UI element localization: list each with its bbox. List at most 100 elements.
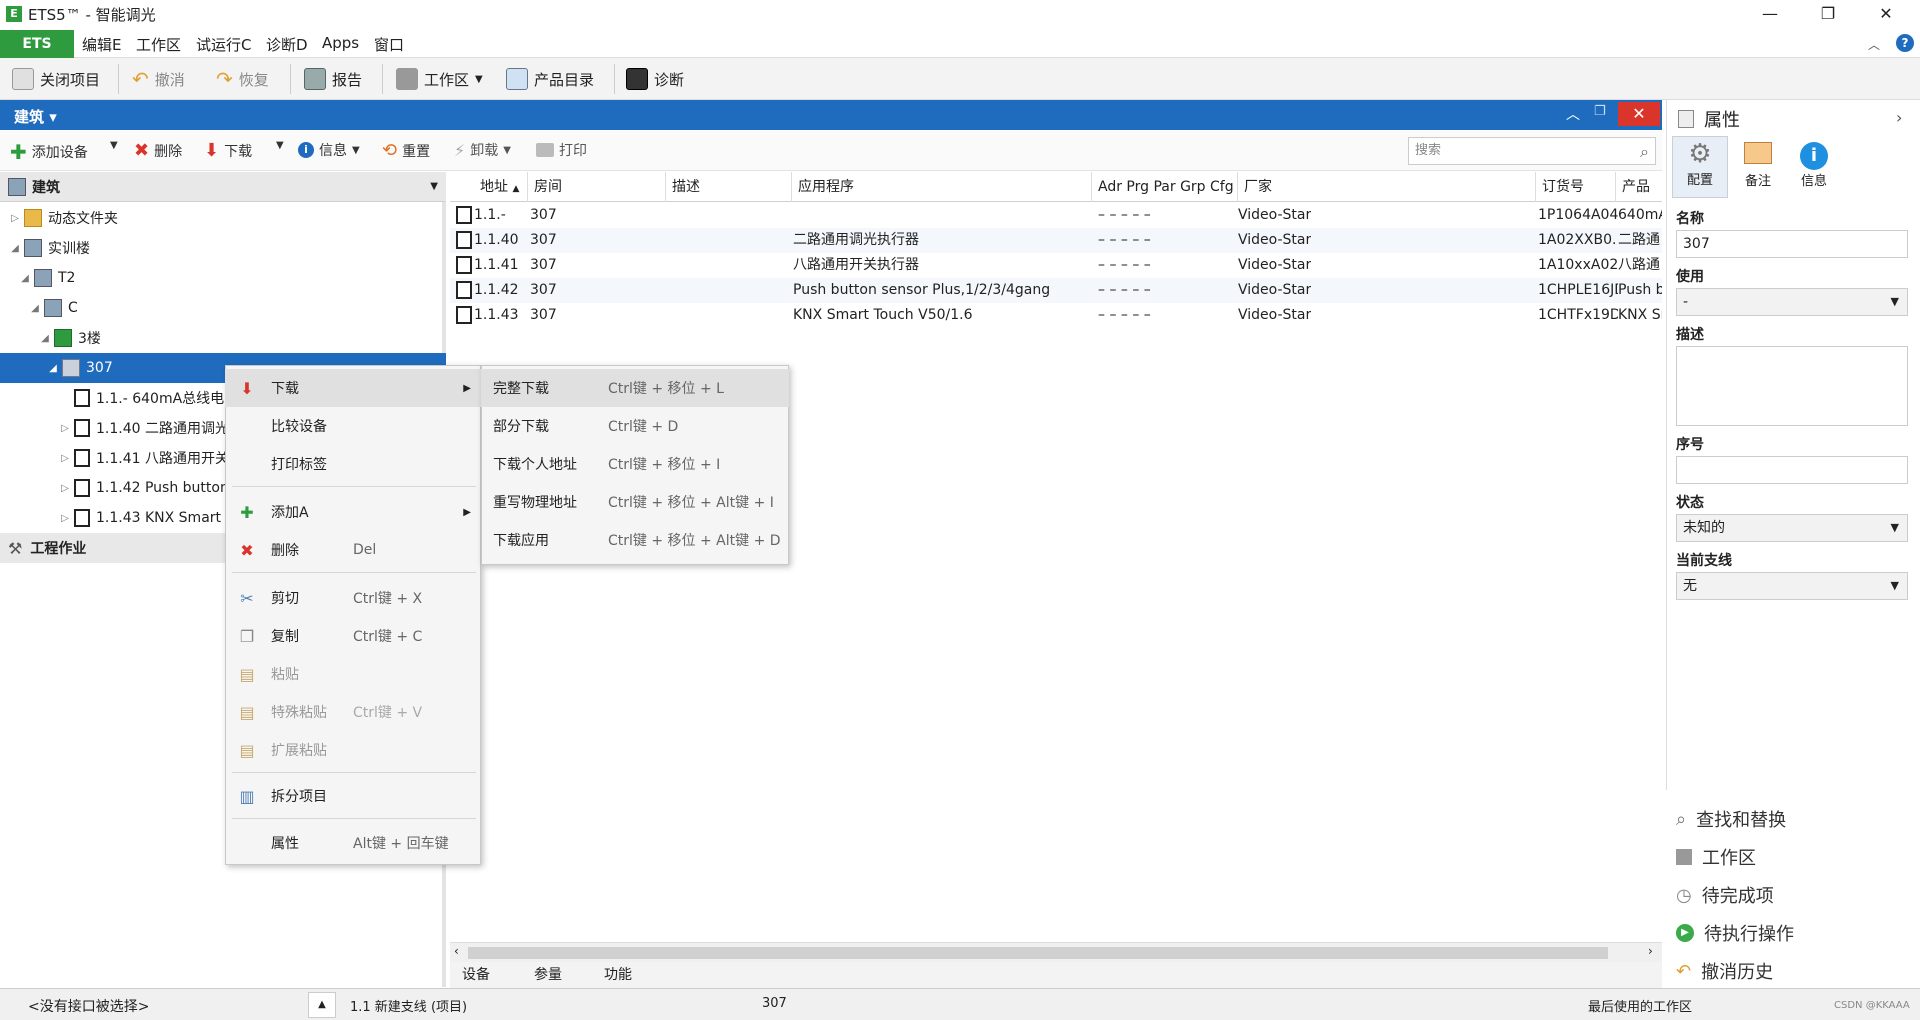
search-input[interactable]: 搜索 ⌕	[1408, 137, 1656, 165]
table-row[interactable]: 1.1.43 307 KNX Smart Touch V50/1.6 – – –…	[450, 303, 1662, 328]
panel-collapse-icon[interactable]: ︿	[1566, 104, 1580, 124]
undo-button[interactable]: ↶ 撤消	[132, 64, 185, 94]
add-device-dropdown[interactable]: ▼	[110, 140, 118, 151]
expand-arrow-icon[interactable]: ▷	[58, 453, 72, 464]
panel-title[interactable]: 建筑 ▾	[14, 106, 57, 127]
description-field[interactable]	[1676, 346, 1908, 426]
menu-item-download[interactable]: ⬇ 下载 ▶	[225, 369, 481, 407]
column-order-number[interactable]: 订货号	[1536, 172, 1616, 202]
collapse-arrow-icon[interactable]: ◢	[28, 303, 42, 314]
column-flags[interactable]: Adr Prg Par Grp Cfg	[1092, 172, 1238, 202]
menu-item-properties[interactable]: 属性 Alt键 + 回车键	[225, 824, 481, 862]
workspace-link[interactable]: 工作区	[1676, 844, 1756, 870]
tree-item-dynamic-folders[interactable]: ▷ 动态文件夹	[0, 203, 446, 233]
expand-arrow-icon[interactable]: ▷	[8, 213, 22, 224]
interface-dropdown-icon[interactable]: ▲	[308, 992, 336, 1018]
workspace-button[interactable]: 工作区 ▼	[396, 64, 483, 94]
collapse-arrow-icon[interactable]: ◢	[18, 273, 32, 284]
column-application[interactable]: 应用程序	[792, 172, 1092, 202]
menu-edit[interactable]: 编辑E	[82, 34, 121, 55]
reset-button[interactable]: ⟲ 重置	[382, 140, 430, 161]
catalog-button[interactable]: 产品目录	[506, 64, 594, 94]
table-row[interactable]: 1.1.42 307 Push button sensor Plus,1/2/3…	[450, 278, 1662, 303]
close-project-button[interactable]: 关闭项目	[12, 64, 100, 94]
expand-panel-icon[interactable]: ›	[1896, 108, 1902, 127]
scroll-right-icon[interactable]: ›	[1648, 944, 1653, 958]
download-button[interactable]: ⬇ 下载	[204, 140, 252, 161]
expand-arrow-icon[interactable]: ▷	[58, 513, 72, 524]
name-field[interactable]: 307	[1676, 230, 1908, 258]
submenu-download-application[interactable]: 下载应用 Ctrl键 + 移位 + Alt键 + D	[481, 521, 789, 559]
download-dropdown[interactable]: ▼	[276, 140, 284, 151]
menu-item-cut[interactable]: ✂ 剪切 Ctrl键 + X	[225, 579, 481, 617]
table-row[interactable]: 1.1.41 307 八路通用开关执行器 – – – – – Video-Sta…	[450, 253, 1662, 278]
submenu-download-individual-address[interactable]: 下载个人地址 Ctrl键 + 移位 + I	[481, 445, 789, 483]
menu-item-split-project[interactable]: ▥ 拆分项目	[225, 777, 481, 815]
tree-header[interactable]: 建筑 ▼	[0, 172, 446, 202]
column-address[interactable]: 地址 ▲	[474, 172, 528, 202]
collapse-arrow-icon[interactable]: ◢	[38, 333, 52, 344]
redo-button[interactable]: ↷ 恢复	[216, 64, 269, 94]
tab-config[interactable]: ⚙ 配置	[1672, 136, 1728, 198]
pending-operations-link[interactable]: ▶ 待执行操作	[1676, 920, 1794, 946]
column-manufacturer[interactable]: 厂家	[1238, 172, 1536, 202]
menu-window[interactable]: 窗口	[374, 34, 404, 55]
collapse-ribbon-icon[interactable]: ︿	[1868, 36, 1880, 53]
minimize-button[interactable]: —	[1742, 0, 1798, 28]
find-replace-link[interactable]: ⌕ 查找和替换	[1676, 806, 1786, 832]
report-button[interactable]: 报告	[304, 64, 362, 94]
panel-restore-icon[interactable]: ❐	[1594, 104, 1606, 119]
menu-diagnostics[interactable]: 诊断D	[266, 34, 308, 55]
tab-notes[interactable]: 备注	[1730, 136, 1786, 198]
table-row[interactable]: 1.1.40 307 二路通用调光执行器 – – – – – Video-Sta…	[450, 228, 1662, 253]
tree-item-c[interactable]: ◢ C	[0, 293, 446, 323]
todo-link[interactable]: ◷ 待完成项	[1676, 882, 1774, 908]
scroll-left-icon[interactable]: ‹	[454, 944, 459, 958]
menu-item-paste-extended[interactable]: ▤ 扩展粘贴	[225, 731, 481, 769]
sequence-field[interactable]	[1676, 456, 1908, 484]
menu-item-paste[interactable]: ▤ 粘贴	[225, 655, 481, 693]
submenu-overwrite-physical-address[interactable]: 重写物理地址 Ctrl键 + 移位 + Alt键 + I	[481, 483, 789, 521]
panel-close-button[interactable]: ✕	[1618, 102, 1660, 126]
menu-workspace[interactable]: 工作区	[136, 34, 181, 55]
tab-info[interactable]: i 信息	[1786, 136, 1842, 198]
close-window-button[interactable]: ✕	[1858, 0, 1914, 28]
menu-item-add[interactable]: ✚ 添加A ▶	[225, 493, 481, 531]
column-room[interactable]: 房间	[528, 172, 666, 202]
horizontal-scrollbar[interactable]: ‹ ›	[450, 942, 1662, 962]
tree-item-3f[interactable]: ◢ 3楼	[0, 323, 446, 353]
scrollbar-thumb[interactable]	[468, 947, 1608, 959]
delete-button[interactable]: ✖ 删除	[134, 140, 182, 161]
submenu-full-download[interactable]: 完整下载 Ctrl键 + 移位 + L	[481, 369, 789, 407]
tree-item-t2[interactable]: ◢ T2	[0, 263, 446, 293]
column-product[interactable]: 产品	[1616, 172, 1662, 202]
column-description[interactable]: 描述	[666, 172, 792, 202]
table-row[interactable]: 1.1.- 307 – – – – – Video-Star 1P1064A04…	[450, 203, 1662, 228]
use-dropdown[interactable]: - ▼	[1676, 288, 1908, 316]
collapse-arrow-icon[interactable]: ◢	[8, 243, 22, 254]
unload-button[interactable]: ⚡ 卸载 ▼	[454, 140, 511, 160]
menu-item-print-labels[interactable]: 打印标签	[225, 445, 481, 483]
expand-arrow-icon[interactable]: ▷	[58, 423, 72, 434]
info-button[interactable]: i 信息 ▼	[298, 140, 360, 160]
menu-commissioning[interactable]: 试运行C	[196, 34, 251, 55]
interface-status[interactable]: <没有接口被选择>	[28, 996, 149, 1016]
tree-item-training-building[interactable]: ◢ 实训楼	[0, 233, 446, 263]
tab-parameters[interactable]: 参量	[534, 964, 562, 984]
maximize-button[interactable]: ❐	[1800, 0, 1856, 28]
menu-item-copy[interactable]: ❐ 复制 Ctrl键 + C	[225, 617, 481, 655]
menu-item-compare-device[interactable]: 比较设备	[225, 407, 481, 445]
menu-item-paste-special[interactable]: ▤ 特殊粘贴 Ctrl键 + V	[225, 693, 481, 731]
expand-arrow-icon[interactable]: ▷	[58, 483, 72, 494]
submenu-partial-download[interactable]: 部分下载 Ctrl键 + D	[481, 407, 789, 445]
print-button[interactable]: 打印	[536, 140, 587, 160]
add-device-button[interactable]: ✚ 添加设备	[10, 140, 88, 164]
branch-dropdown[interactable]: 无 ▼	[1676, 572, 1908, 600]
tab-devices[interactable]: 设备	[462, 964, 490, 984]
diagnostics-button[interactable]: 诊断	[626, 64, 684, 94]
undo-history-link[interactable]: ↶ 撤消历史	[1676, 958, 1773, 984]
help-icon[interactable]: ?	[1896, 34, 1914, 52]
menu-item-delete[interactable]: ✖ 删除 Del	[225, 531, 481, 569]
menu-apps[interactable]: Apps	[322, 34, 359, 52]
ets-menu-tab[interactable]: ETS	[0, 30, 74, 58]
